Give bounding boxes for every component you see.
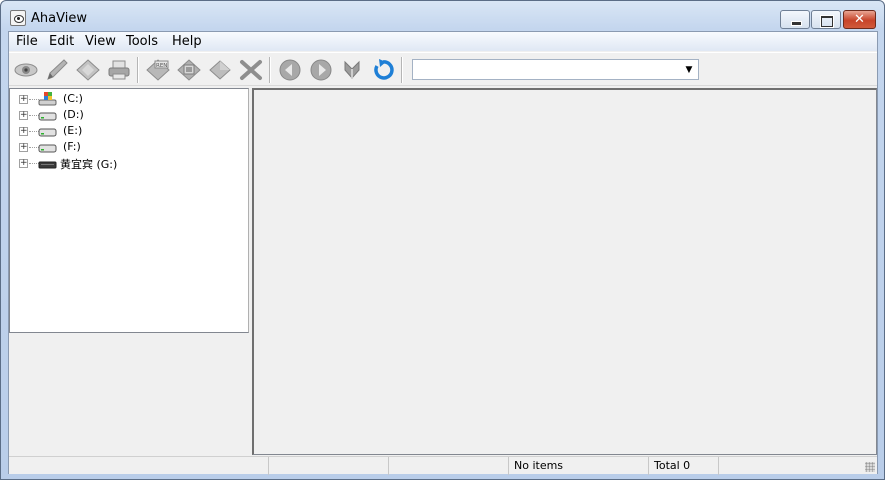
close-icon: ✕: [854, 12, 865, 27]
tree-item-label: 黄宜宾 (G:): [60, 158, 118, 171]
toolbar-separator: [269, 57, 271, 83]
expand-icon[interactable]: +: [19, 159, 28, 168]
minimize-button[interactable]: [780, 10, 810, 29]
status-pane-5: [718, 457, 877, 475]
window-title: AhaView: [31, 11, 87, 26]
resize-grip-icon[interactable]: [865, 462, 875, 472]
expand-icon[interactable]: +: [19, 95, 28, 104]
hard-drive-icon: [38, 112, 57, 121]
status-total: Total 0: [648, 457, 718, 475]
tree-item-label: (D:): [63, 108, 84, 121]
status-pane-1: [268, 457, 388, 475]
expand-icon[interactable]: +: [19, 127, 28, 136]
folder-tree[interactable]: + (C:) + (D:) + (E:) + (F:) + 黄宜宾 (G:): [9, 88, 249, 333]
chevron-down-icon[interactable]: ▼: [681, 61, 697, 78]
tag-icon[interactable]: [75, 58, 101, 82]
file-list-panel[interactable]: [252, 88, 877, 455]
preview-panel: [9, 334, 249, 455]
delete-icon[interactable]: [238, 58, 264, 82]
expand-icon[interactable]: +: [19, 111, 28, 120]
client-area: File Edit View Tools Help REN ▼ + (C:) +…: [8, 31, 878, 475]
toolbar-separator: [401, 57, 403, 83]
tree-item-label: (C:): [63, 92, 83, 105]
maximize-button[interactable]: [811, 10, 841, 29]
tree-item-label: (E:): [63, 124, 83, 137]
tree-item-g[interactable]: + 黄宜宾 (G:): [16, 155, 236, 171]
eye-icon[interactable]: [13, 58, 39, 82]
tree-item-e[interactable]: + (E:): [16, 123, 236, 139]
tree-item-c[interactable]: + (C:): [16, 91, 236, 107]
tree-item-f[interactable]: + (F:): [16, 139, 236, 155]
hard-drive-icon: [38, 144, 57, 153]
app-window: AhaView ✕ File Edit View Tools Help REN …: [0, 0, 885, 480]
pencil-icon[interactable]: [44, 58, 70, 82]
address-input[interactable]: [413, 60, 681, 79]
forward-icon[interactable]: [308, 58, 334, 82]
menu-file[interactable]: File: [16, 34, 38, 49]
hard-drive-icon: [38, 128, 57, 137]
removable-drive-icon: [38, 161, 57, 169]
menu-view[interactable]: View: [85, 34, 116, 49]
menu-help[interactable]: Help: [172, 34, 202, 49]
toolbar: REN ▼: [9, 52, 877, 86]
menu-edit[interactable]: Edit: [49, 34, 74, 49]
expand-icon[interactable]: +: [19, 143, 28, 152]
address-combo[interactable]: ▼: [412, 59, 699, 80]
status-pane-2: [388, 457, 508, 475]
status-bar: No items Total 0: [9, 456, 877, 475]
title-bar[interactable]: AhaView ✕: [1, 1, 884, 31]
back-icon[interactable]: [277, 58, 303, 82]
toolbar-separator: [137, 57, 139, 83]
tree-item-label: (F:): [63, 140, 81, 153]
up-icon[interactable]: [339, 58, 365, 82]
status-items: No items: [508, 457, 648, 475]
menu-bar: File Edit View Tools Help: [9, 32, 877, 51]
printer-icon[interactable]: [106, 58, 132, 82]
refresh-icon[interactable]: [370, 58, 396, 82]
app-eye-icon[interactable]: [10, 10, 26, 26]
rename-icon[interactable]: REN: [145, 58, 171, 82]
slideshow-icon[interactable]: [176, 58, 202, 82]
close-button[interactable]: ✕: [843, 10, 876, 29]
svg-text:REN: REN: [156, 63, 167, 69]
windows-drive-icon: [38, 92, 57, 106]
menu-tools[interactable]: Tools: [126, 34, 158, 49]
tree-item-d[interactable]: + (D:): [16, 107, 236, 123]
diamond-icon[interactable]: [207, 58, 233, 82]
